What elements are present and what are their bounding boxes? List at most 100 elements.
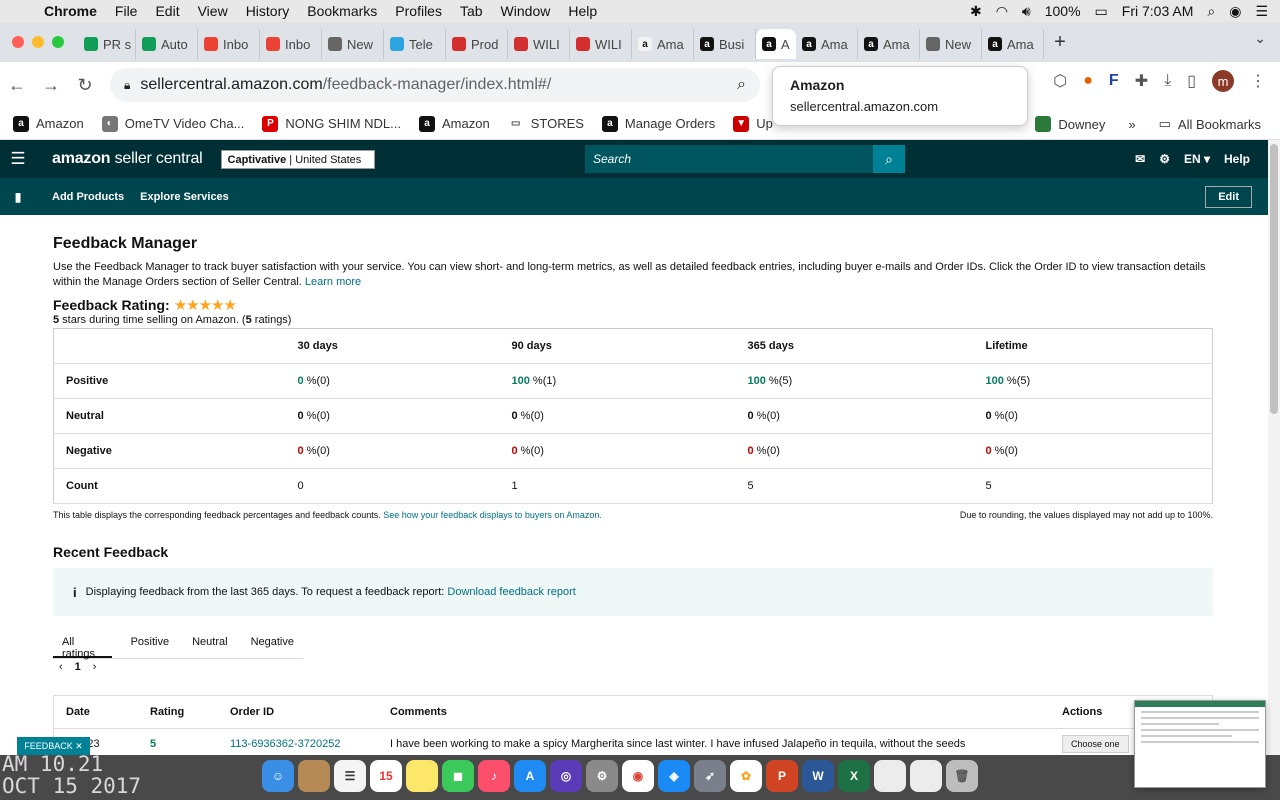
firefox-extension-icon[interactable]: ● bbox=[1083, 72, 1093, 90]
back-icon[interactable]: ← bbox=[0, 75, 34, 96]
chevron-right-icon[interactable]: › bbox=[93, 661, 97, 673]
close-window-button[interactable] bbox=[12, 36, 24, 48]
powerpoint-icon[interactable]: P bbox=[766, 760, 798, 792]
menu-profiles[interactable]: Profiles bbox=[386, 3, 451, 19]
safari-icon[interactable]: ◈ bbox=[658, 760, 690, 792]
bookmark-downey[interactable]: Downey bbox=[1026, 116, 1114, 132]
bookmark-item[interactable]: a Amazon bbox=[4, 115, 93, 132]
music-icon[interactable]: ♪ bbox=[478, 760, 510, 792]
edit-button[interactable]: Edit bbox=[1205, 186, 1252, 208]
browser-tab[interactable]: a Ama bbox=[796, 29, 858, 59]
browser-tab[interactable]: Inbo bbox=[198, 29, 260, 59]
browser-tab[interactable]: Prod bbox=[446, 29, 508, 59]
browser-tab[interactable]: a Ama bbox=[632, 29, 694, 59]
hamburger-icon[interactable]: ☰ bbox=[0, 149, 36, 169]
browser-tab[interactable]: WILI bbox=[570, 29, 632, 59]
search-icon[interactable]: ⌕ bbox=[873, 145, 905, 173]
site-info-icon[interactable]: 🔒︎ bbox=[124, 78, 130, 93]
menu-file[interactable]: File bbox=[106, 3, 147, 19]
bookmark-item[interactable]: P NONG SHIM NDL... bbox=[253, 115, 410, 132]
zoom-window-button[interactable] bbox=[52, 36, 64, 48]
browser-tab[interactable]: Auto bbox=[136, 29, 198, 59]
notes-icon[interactable] bbox=[406, 760, 438, 792]
gear-icon[interactable]: ⚙ bbox=[1159, 152, 1170, 166]
chevron-right-icon[interactable]: » bbox=[1128, 117, 1135, 132]
bookmark-item[interactable]: a Manage Orders bbox=[593, 115, 724, 132]
menu-view[interactable]: View bbox=[189, 3, 237, 19]
help-link[interactable]: Help bbox=[1224, 152, 1250, 166]
forward-icon[interactable]: → bbox=[34, 75, 68, 96]
calendar-icon[interactable]: 15 bbox=[370, 760, 402, 792]
document-stack-icon[interactable] bbox=[910, 760, 942, 792]
finder-icon[interactable]: ☺ bbox=[262, 760, 294, 792]
explore-services-link[interactable]: Explore Services bbox=[140, 191, 229, 203]
language-selector[interactable]: EN ▾ bbox=[1184, 152, 1210, 166]
spotlight-icon[interactable]: ⌕ bbox=[1207, 3, 1215, 20]
profile-avatar[interactable]: m bbox=[1212, 70, 1234, 92]
page-number[interactable]: 1 bbox=[75, 661, 81, 673]
tab-all-ratings[interactable]: All ratings bbox=[53, 628, 112, 660]
browser-tab[interactable]: Tele bbox=[384, 29, 446, 59]
download-report-link[interactable]: Download feedback report bbox=[447, 586, 575, 598]
bluetooth-icon[interactable]: ✱ bbox=[970, 3, 982, 20]
screenshot-thumbnail[interactable] bbox=[1134, 700, 1266, 788]
excel-icon[interactable]: X bbox=[838, 760, 870, 792]
order-id-link[interactable]: 113-6936362-3720252 bbox=[218, 738, 378, 750]
puzzle-icon[interactable]: ✚ bbox=[1135, 71, 1148, 91]
bookmark-item[interactable]: ◐ OmeTV Video Cha... bbox=[93, 115, 254, 132]
seller-central-logo[interactable]: amazon seller central bbox=[52, 150, 203, 168]
app-store-icon[interactable]: A bbox=[514, 760, 546, 792]
photos-icon[interactable]: ✿ bbox=[730, 760, 762, 792]
facetime-icon[interactable]: ◼ bbox=[442, 760, 474, 792]
bookmark-item[interactable]: ▭ STORES bbox=[499, 115, 593, 132]
search-input[interactable]: Search bbox=[585, 145, 873, 173]
battery-percent[interactable]: 100% bbox=[1045, 3, 1081, 19]
see-feedback-display-link[interactable]: See how your feedback displays to buyers… bbox=[383, 510, 602, 520]
browser-tab[interactable]: a Ama bbox=[982, 29, 1044, 59]
all-bookmarks[interactable]: ▭ All Bookmarks bbox=[1150, 116, 1270, 132]
system-preferences-icon[interactable]: ⚙ bbox=[586, 760, 618, 792]
page-scrollbar[interactable] bbox=[1268, 140, 1280, 760]
col-date[interactable]: Date bbox=[54, 706, 138, 718]
more-icon[interactable]: ⋮ bbox=[1250, 71, 1266, 91]
tab-negative[interactable]: Negative bbox=[242, 628, 303, 658]
menu-history[interactable]: History bbox=[237, 3, 299, 19]
tab-neutral[interactable]: Neutral bbox=[183, 628, 236, 658]
tab-search-icon[interactable]: ⌄ bbox=[1254, 30, 1266, 47]
browser-tab[interactable]: New bbox=[322, 29, 384, 59]
chevron-left-icon[interactable]: ‹ bbox=[59, 661, 63, 673]
address-bar[interactable]: 🔒︎ sellercentral.amazon.com/feedback-man… bbox=[110, 68, 760, 102]
download-icon[interactable]: ⤓ bbox=[1164, 72, 1171, 90]
trash-icon[interactable]: 🗑︎ bbox=[946, 760, 978, 792]
browser-tab[interactable]: a Busi bbox=[694, 29, 756, 59]
podcasts-icon[interactable]: ◎ bbox=[550, 760, 582, 792]
mail-icon[interactable]: ✉ bbox=[1135, 152, 1145, 166]
browser-tab[interactable]: WILI bbox=[508, 29, 570, 59]
scrollbar-thumb[interactable] bbox=[1270, 144, 1278, 414]
menu-edit[interactable]: Edit bbox=[146, 3, 188, 19]
browser-tab[interactable]: aA✕ bbox=[756, 29, 796, 59]
browser-tab[interactable]: PR s bbox=[78, 29, 136, 59]
bookmark-item[interactable]: a Amazon bbox=[410, 115, 499, 132]
menu-window[interactable]: Window bbox=[492, 3, 560, 19]
menu-help[interactable]: Help bbox=[559, 3, 606, 19]
extension-icon[interactable]: ⬡ bbox=[1053, 71, 1067, 91]
add-products-link[interactable]: Add Products bbox=[52, 191, 124, 203]
account-switcher[interactable]: Captivative | United States bbox=[220, 149, 375, 169]
new-tab-button[interactable]: + bbox=[1044, 31, 1076, 54]
control-center-icon[interactable]: ☰ bbox=[1255, 3, 1268, 20]
reminders-icon[interactable]: ☰ bbox=[334, 760, 366, 792]
col-rating[interactable]: Rating bbox=[138, 706, 218, 718]
browser-tab[interactable]: Inbo bbox=[260, 29, 322, 59]
minimize-window-button[interactable] bbox=[32, 36, 44, 48]
menu-bookmarks[interactable]: Bookmarks bbox=[298, 3, 386, 19]
browser-tab[interactable]: New bbox=[920, 29, 982, 59]
wifi-icon[interactable]: ◠ bbox=[996, 3, 1008, 20]
chrome-icon[interactable]: ◉ bbox=[622, 760, 654, 792]
document-icon[interactable] bbox=[874, 760, 906, 792]
menu-app-name[interactable]: Chrome bbox=[40, 3, 106, 19]
browser-tab[interactable]: a Ama bbox=[858, 29, 920, 59]
menu-tab[interactable]: Tab bbox=[451, 3, 492, 19]
f-extension-icon[interactable]: F bbox=[1109, 72, 1119, 90]
word-icon[interactable]: W bbox=[802, 760, 834, 792]
